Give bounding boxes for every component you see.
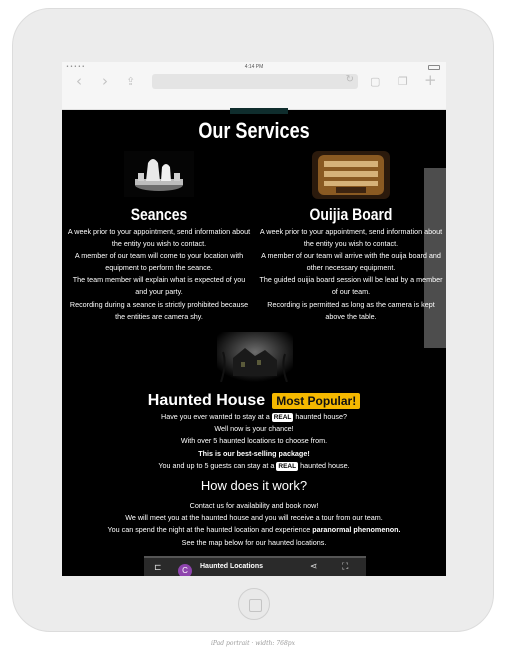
haunted-line-4: This is our best-selling package! [198,448,310,458]
book-icon[interactable]: ▢ [370,75,380,88]
haunted-house-title: Haunted House [147,391,266,409]
status-time: 4:14 PM [244,64,264,70]
haunted-description: Have you ever wanted to stay at a REAL h… [62,411,446,472]
haunted-line-1: Have you ever wanted to stay at a REAL h… [62,411,446,423]
reload-icon[interactable]: ↻ [346,74,354,85]
how-it-works-description: Contact us for availability and book now… [62,500,446,549]
haunted-line-1-pre: Have you ever wanted to stay at a [161,412,270,421]
seances-line: The team member will explain what is exp… [72,275,246,297]
seances-line: A member of our team will come to your l… [74,251,244,273]
seances-line: Recording during a seance is strictly pr… [69,299,249,321]
how-line-3-bold: paranormal phenomenon. [312,525,401,535]
section-title: Our Services [198,118,310,143]
ouija-board-image [312,151,390,199]
seances-line: A week prior to your appointment, send i… [67,227,251,249]
device-caption: iPad portrait · width: 768px [210,640,296,647]
home-button[interactable] [238,588,270,620]
ouija-line: A member of our team wil arrive with the… [261,251,441,273]
haunted-line-5: You and up to 5 guests can stay at a REA… [62,460,446,472]
how-line-1: Contact us for availability and book now… [189,501,319,510]
real-badge: REAL [276,461,299,471]
battery-icon [428,65,440,70]
how-it-works-title: How does it work? [200,478,308,493]
how-line-3: You can spend the night at the haunted l… [62,524,446,536]
share-icon[interactable]: ⇪ [126,75,135,88]
chevron-right-icon[interactable]: › [102,72,108,90]
map-embed[interactable]: ⊏ C Haunted Locations ⋖ ⛶ [144,556,366,576]
seance-image [124,151,194,197]
most-popular-badge: Most Popular! [272,392,361,409]
how-line-2: We will meet you at the haunted house an… [125,513,383,523]
ouija-line: The guided ouijia board session will be … [259,275,443,297]
haunted-house-image [217,332,293,382]
haunted-heading: Haunted House Most Popular! [62,390,446,410]
ouija-line: A week prior to your appointment, send i… [259,227,443,249]
how-line-4: See the map below for our haunted locati… [181,537,327,547]
fullscreen-icon[interactable]: ⛶ [342,562,348,572]
address-bar[interactable]: ↻ [152,74,358,89]
haunted-line-5-post: haunted house. [300,460,350,470]
ouija-line: Recording is permitted as long as the ca… [267,299,435,321]
seances-title: Seances [130,205,188,224]
avatar: C [178,564,192,576]
seances-description: A week prior to your appointment, send i… [66,226,252,323]
ouija-title: Ouijia Board [309,205,393,224]
browser-toolbar: ••••• 4:14 PM ‹ › ⇪ ↻ ▢ ❐ + [62,62,446,110]
haunted-line-3: With over 5 haunted locations to choose … [180,436,328,446]
sidebar-toggle-icon[interactable]: ⊏ [154,563,162,573]
how-line-3-pre: You can spend the night at the haunted l… [107,525,311,535]
chevron-left-icon[interactable]: ‹ [76,72,82,90]
haunted-line-5-pre: You and up to 5 guests can stay at a [158,460,275,470]
plus-icon[interactable]: + [424,71,437,89]
header-strip [230,108,288,114]
map-title[interactable]: Haunted Locations [200,563,263,570]
ouija-description: A week prior to your appointment, send i… [258,226,444,323]
tabs-icon[interactable]: ❐ [398,75,408,88]
real-badge: REAL [271,413,294,422]
share-icon[interactable]: ⋖ [310,562,318,572]
haunted-line-1-post: haunted house? [295,412,347,421]
haunted-line-2: Well now is your chance! [214,424,294,434]
